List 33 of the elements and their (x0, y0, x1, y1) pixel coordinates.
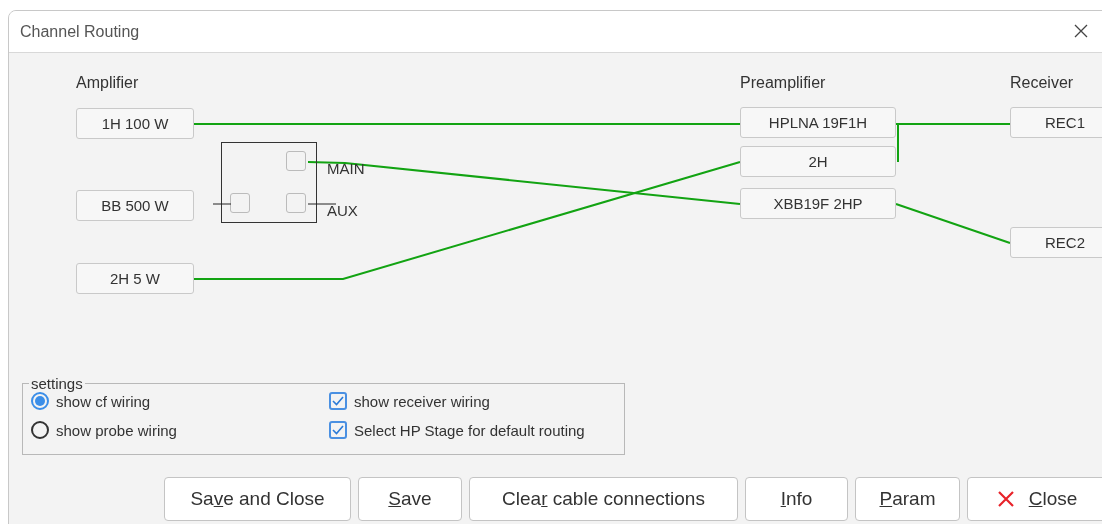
channel-node[interactable]: XBB19F 2HP (740, 188, 896, 219)
window-title: Channel Routing (20, 22, 140, 41)
radio-button[interactable] (31, 421, 49, 439)
channel-node[interactable]: REC1 (1010, 107, 1102, 138)
channel-node[interactable]: REC2 (1010, 227, 1102, 258)
dialog-button[interactable]: Close (967, 477, 1102, 521)
radio-button[interactable] (31, 392, 49, 410)
dialog-button[interactable]: Info (745, 477, 848, 521)
option-label: show cf wiring (56, 392, 151, 410)
column-heading: Receiver (1010, 74, 1074, 92)
checkbox[interactable] (329, 392, 347, 410)
close-icon[interactable] (1074, 24, 1088, 38)
port-label: AUX (327, 202, 358, 219)
checkbox[interactable] (329, 421, 347, 439)
connector-line (308, 203, 336, 205)
channel-node[interactable]: BB 500 W (76, 190, 194, 221)
channel-node[interactable]: 1H 100 W (76, 108, 194, 139)
column-heading: Amplifier (76, 74, 139, 92)
connector-line (213, 203, 231, 205)
column-heading: Preamplifier (740, 74, 826, 92)
option-label: Select HP Stage for default routing (354, 421, 585, 439)
channel-node[interactable]: HPLNA 19F1H (740, 107, 896, 138)
port-label: MAIN (327, 160, 365, 177)
channel-node[interactable]: 2H 5 W (76, 263, 194, 294)
option-label: show receiver wiring (354, 392, 490, 410)
dialog-button[interactable]: Clear cable connections (469, 477, 738, 521)
group-title: settings (30, 375, 84, 392)
option-label: show probe wiring (56, 421, 177, 439)
dialog-button[interactable]: Param (855, 477, 960, 521)
channel-node[interactable]: 2H (740, 146, 896, 177)
dialog-button[interactable]: Save and Close (164, 477, 351, 521)
close-icon (996, 490, 1015, 508)
dialog-button[interactable]: Save (358, 477, 462, 521)
